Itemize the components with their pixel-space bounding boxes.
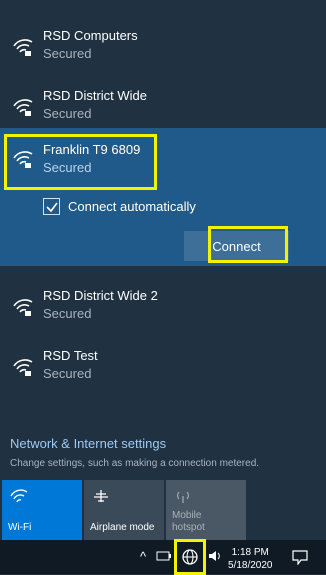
airplane-mode-toggle[interactable]: Airplane mode [84,480,164,540]
network-item-franklin-t9-6809[interactable]: Franklin T9 6809 Secured Connect automat… [0,128,326,266]
clock-time: 1:18 PM [231,547,269,558]
clock-date: 5/18/2020 [228,560,273,571]
wifi-secured-icon [13,359,33,376]
wifi-secured-icon [13,299,33,316]
connect-automatically-label: Connect automatically [68,199,196,214]
highlight-box [208,226,288,263]
airplane-mode-label: Airplane mode [90,522,155,533]
wifi-secured-icon [13,39,33,56]
network-item-rsd-computers[interactable]: RSD Computers Secured [0,16,326,76]
notification-icon[interactable] [292,550,308,565]
network-status: Secured [43,306,92,321]
volume-icon[interactable] [207,549,223,563]
wifi-toggle-label: Wi-Fi [8,522,32,533]
network-status: Secured [43,160,92,175]
taskbar-clock[interactable]: 1:18 PM 5/18/2020 [228,546,273,572]
mobile-hotspot-label: Mobile hotspot [172,510,205,533]
wifi-secured-icon [13,99,33,116]
network-name: RSD District Wide [43,88,148,103]
network-item-rsd-test[interactable]: RSD Test Secured [0,336,326,396]
chevron-up-icon[interactable]: ^ [140,549,146,564]
airplane-icon [94,490,108,502]
network-status: Secured [43,46,92,61]
wifi-secured-icon [13,151,33,168]
network-settings-subtitle: Change settings, such as making a connec… [10,458,260,469]
network-name: RSD Test [43,348,98,363]
checkmark-icon [46,202,58,213]
network-status: Secured [43,106,92,121]
wifi-toggle[interactable]: Wi-Fi [2,480,82,540]
network-globe-icon[interactable] [181,548,199,566]
network-name: RSD District Wide 2 [43,288,158,303]
network-name: Franklin T9 6809 [43,142,141,157]
network-status: Secured [43,366,92,381]
connect-automatically-checkbox[interactable] [43,198,60,215]
mobile-hotspot-toggle[interactable]: Mobile hotspot [166,480,246,540]
taskbar: ^ 1:18 PM 5/18/2020 [0,539,326,575]
network-settings-link[interactable]: Network & Internet settings [10,436,166,451]
wifi-icon [10,489,28,503]
network-name: RSD Computers [43,28,138,43]
network-item-rsd-district-wide[interactable]: RSD District Wide Secured [0,76,326,136]
network-flyout: RSD Computers Secured RSD District Wide … [0,0,326,540]
battery-icon[interactable] [156,549,172,563]
network-item-rsd-district-wide-2[interactable]: RSD District Wide 2 Secured [0,276,326,336]
hotspot-icon [177,491,189,503]
